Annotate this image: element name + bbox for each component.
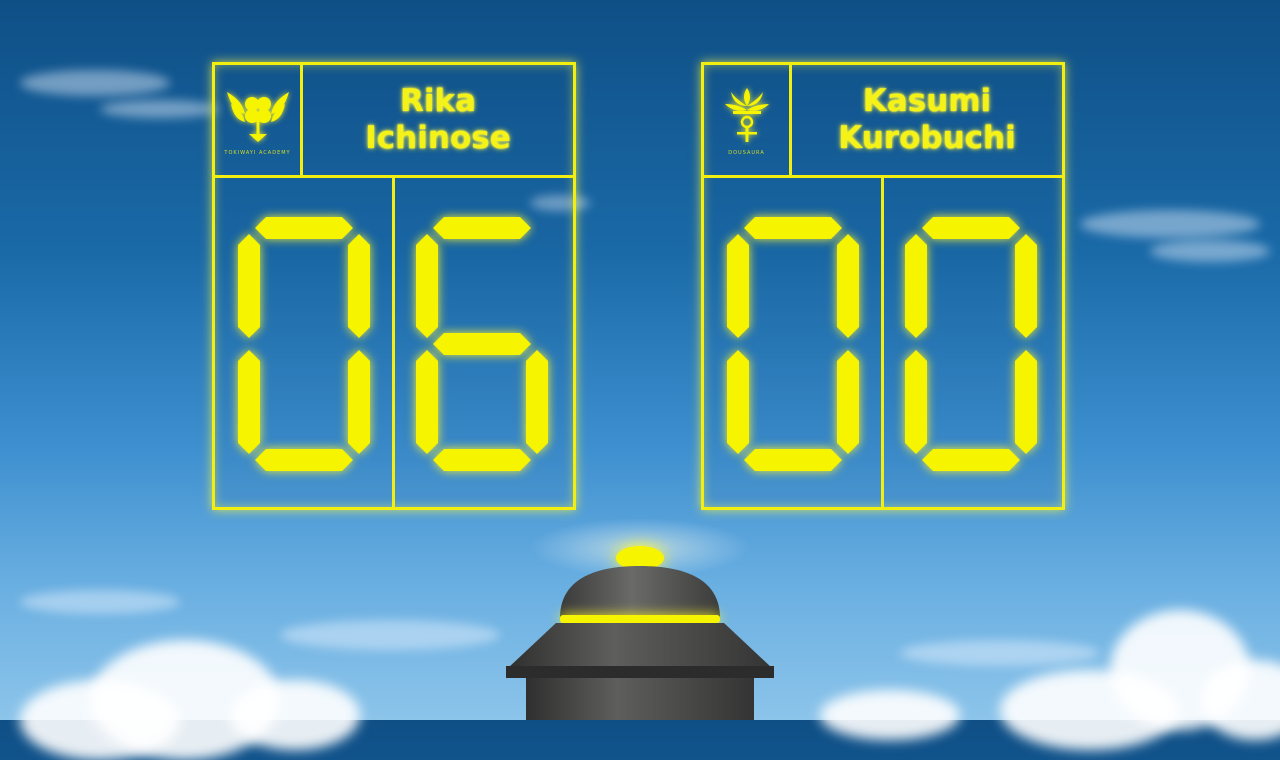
buzzer-post [506, 518, 774, 720]
buzzer-light-ring [560, 615, 720, 623]
